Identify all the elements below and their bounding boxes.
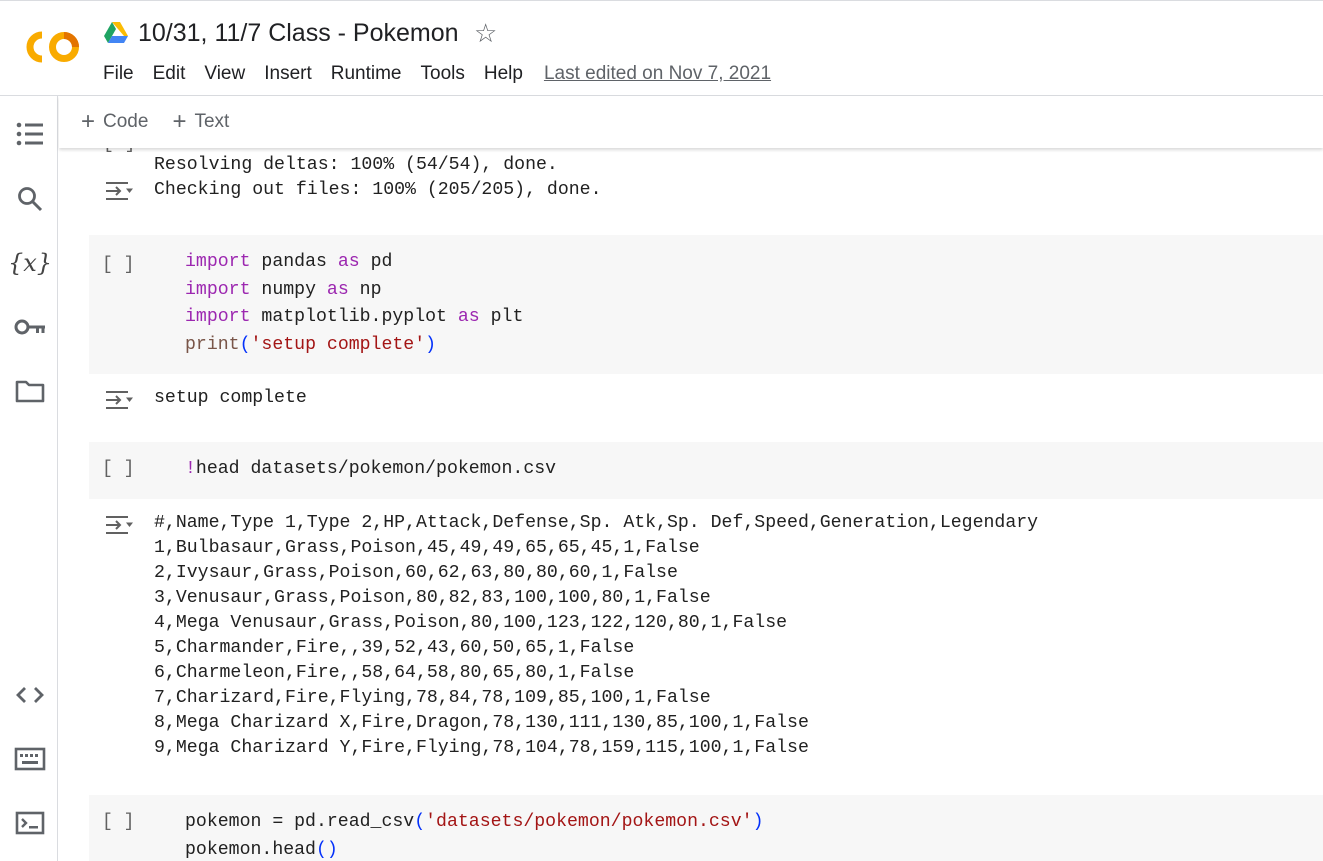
output-line: Checking out files: 100% (205/205), done… [154,180,602,200]
code-cell-head[interactable]: [ ] !head datasets/pokemon/pokemon.csv [89,442,1323,499]
csv-line: 5,Charmander,Fire,,39,52,43,60,50,65,1,F… [154,638,635,658]
left-sidebar: {x} [0,96,58,861]
csv-line: 6,Charmeleon,Fire,,58,64,58,80,65,80,1,F… [154,663,635,683]
menu-tools[interactable]: Tools [421,63,465,85]
plus-icon: + [81,108,96,135]
csv-line: 3,Venusaur,Grass,Poison,80,82,83,100,100… [154,588,711,608]
code-line: import numpy as np [185,279,382,300]
cell-output-csv: #,Name,Type 1,Type 2,HP,Attack,Defense,S… [59,499,1323,795]
menu-runtime[interactable]: Runtime [331,63,402,85]
menu-view[interactable]: View [204,63,245,85]
csv-line: #,Name,Type 1,Type 2,HP,Attack,Defense,S… [154,513,1039,533]
notebook-body: [ ] Resolving deltas: 100% (54/54), done… [59,148,1323,861]
add-text-label: Text [194,111,230,132]
output-line: setup complete [154,388,307,408]
output-actions-icon[interactable] [103,388,135,412]
output-line: Resolving deltas: 100% (54/54), done. [154,155,558,175]
notebook-header: 10/31, 11/7 Class - Pokemon ☆ File Edit … [0,0,1323,96]
clone-output: [ ] Resolving deltas: 100% (54/54), done… [59,148,1323,228]
add-text-button[interactable]: + Text [172,108,230,135]
csv-line: 2,Ivysaur,Grass,Poison,60,62,63,80,80,60… [154,563,678,583]
plus-icon: + [172,108,187,135]
code-line: import matplotlib.pyplot as plt [185,307,524,327]
code-snippets-icon[interactable] [13,678,47,712]
menu-help[interactable]: Help [484,63,523,85]
run-button[interactable]: [ ] [102,255,134,275]
run-button[interactable]: [ ] [102,459,134,479]
output-actions-icon[interactable] [103,513,135,537]
files-folder-icon[interactable] [13,374,47,408]
notebook-title[interactable]: 10/31, 11/7 Class - Pokemon [138,17,459,49]
code-cell-read-csv[interactable]: [ ] pokemon = pd.read_csv('datasets/poke… [89,795,1323,861]
terminal-icon[interactable] [13,806,47,840]
csv-line: 1,Bulbasaur,Grass,Poison,45,49,49,65,65,… [154,538,700,558]
add-code-button[interactable]: + Code [81,108,149,135]
code-line: print('setup complete') [185,334,437,355]
cell-output-setup: setup complete [59,374,1323,442]
output-actions-icon[interactable] [103,179,135,203]
secrets-key-icon[interactable] [13,310,47,344]
code-line: !head datasets/pokemon/pokemon.csv [185,459,557,479]
csv-line: 7,Charizard,Fire,Flying,78,84,78,109,85,… [154,688,711,708]
csv-line: 9,Mega Charizard Y,Fire,Flying,78,104,78… [154,738,809,758]
code-cell-imports[interactable]: [ ] import pandas as pd import numpy as … [89,235,1323,374]
google-drive-icon[interactable] [104,21,128,43]
table-of-contents-icon[interactable] [13,117,47,151]
csv-line: 4,Mega Venusaur,Grass,Poison,80,100,123,… [154,613,788,633]
variables-icon[interactable]: {x} [8,246,52,280]
notebook-toolbar: + Code + Text [59,96,1323,148]
command-palette-icon[interactable] [13,742,47,776]
menu-edit[interactable]: Edit [153,63,186,85]
csv-line: 8,Mega Charizard X,Fire,Dragon,78,130,11… [154,713,809,733]
search-icon[interactable] [13,182,47,216]
run-button[interactable]: [ ] [103,148,135,154]
menu-insert[interactable]: Insert [264,63,312,85]
add-code-label: Code [103,111,149,132]
menu-bar: File Edit View Insert Runtime Tools Help… [103,61,771,87]
run-button[interactable]: [ ] [102,812,134,832]
code-line: pokemon = pd.read_csv('datasets/pokemon/… [185,812,764,832]
code-line: import pandas as pd [185,252,393,272]
last-edited-link[interactable]: Last edited on Nov 7, 2021 [544,63,771,85]
menu-file[interactable]: File [103,63,134,85]
code-line: pokemon.head() [185,839,338,860]
colab-logo[interactable] [20,27,82,67]
star-icon[interactable]: ☆ [474,17,497,49]
